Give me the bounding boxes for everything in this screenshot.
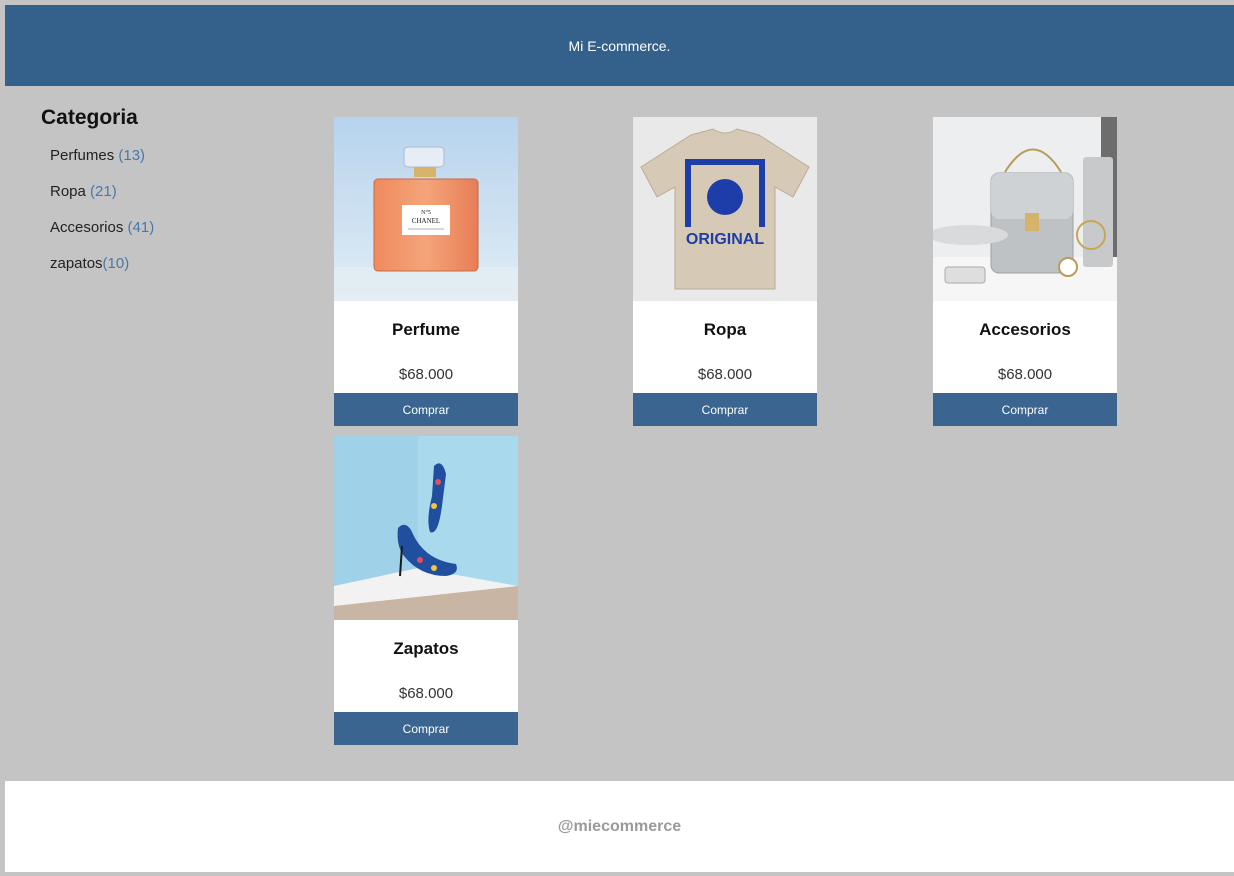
category-label: Accesorios — [50, 219, 124, 236]
product-title: Accesorios — [979, 320, 1071, 339]
product-price: $68.000 — [398, 366, 454, 383]
product-price: $68.000 — [697, 366, 753, 383]
category-list: Perfumes (13) Ropa (21) Accesorios (41) … — [41, 146, 261, 290]
buy-button[interactable]: Comprar — [633, 393, 817, 426]
svg-text:N°5: N°5 — [421, 209, 431, 216]
category-label: Perfumes — [50, 147, 115, 164]
sidebar-title: Categoria — [41, 106, 138, 129]
svg-text:CHANEL: CHANEL — [412, 217, 440, 225]
product-title: Zapatos — [393, 639, 459, 658]
product-card-accesorios: Accesorios $68.000 Comprar — [933, 117, 1117, 426]
perfume-image[interactable]: N°5 CHANEL — [334, 117, 518, 301]
product-card-perfume: N°5 CHANEL Perfume $68.000 Comprar — [334, 117, 518, 426]
category-label: Ropa — [50, 183, 86, 200]
product-card-ropa: ORIGINAL Ropa $68.000 Comprar — [633, 117, 817, 426]
product-title: Ropa — [703, 320, 747, 339]
category-sidebar: Categoria Perfumes (13) Ropa (21) Acceso… — [41, 106, 261, 290]
category-item-ropa[interactable]: Ropa (21) — [50, 182, 261, 218]
category-label: zapatos — [50, 255, 103, 272]
site-header: Mi E-commerce. — [5, 5, 1234, 86]
site-footer: @miecommerce — [5, 781, 1234, 872]
product-card-zapatos: Zapatos $68.000 Comprar — [334, 436, 518, 745]
category-count: (13) — [118, 147, 146, 164]
site-title: Mi E-commerce. — [568, 37, 671, 54]
category-count: (41) — [127, 219, 155, 236]
category-item-accesorios[interactable]: Accesorios (41) — [50, 218, 261, 254]
shirt-print-text: ORIGINAL — [686, 231, 764, 248]
product-title: Perfume — [391, 320, 461, 339]
product-price: $68.000 — [997, 366, 1053, 383]
heels-image[interactable] — [334, 436, 518, 620]
footer-handle: @miecommerce — [557, 817, 682, 835]
handbag-image[interactable] — [933, 117, 1117, 301]
category-count: (10) — [102, 255, 130, 272]
buy-button[interactable]: Comprar — [334, 393, 518, 426]
category-item-zapatos[interactable]: zapatos(10) — [50, 254, 261, 290]
category-count: (21) — [90, 183, 117, 200]
product-price: $68.000 — [398, 685, 454, 702]
category-item-perfumes[interactable]: Perfumes (13) — [50, 146, 261, 182]
tshirt-image[interactable]: ORIGINAL — [633, 117, 817, 301]
buy-button[interactable]: Comprar — [334, 712, 518, 745]
buy-button[interactable]: Comprar — [933, 393, 1117, 426]
